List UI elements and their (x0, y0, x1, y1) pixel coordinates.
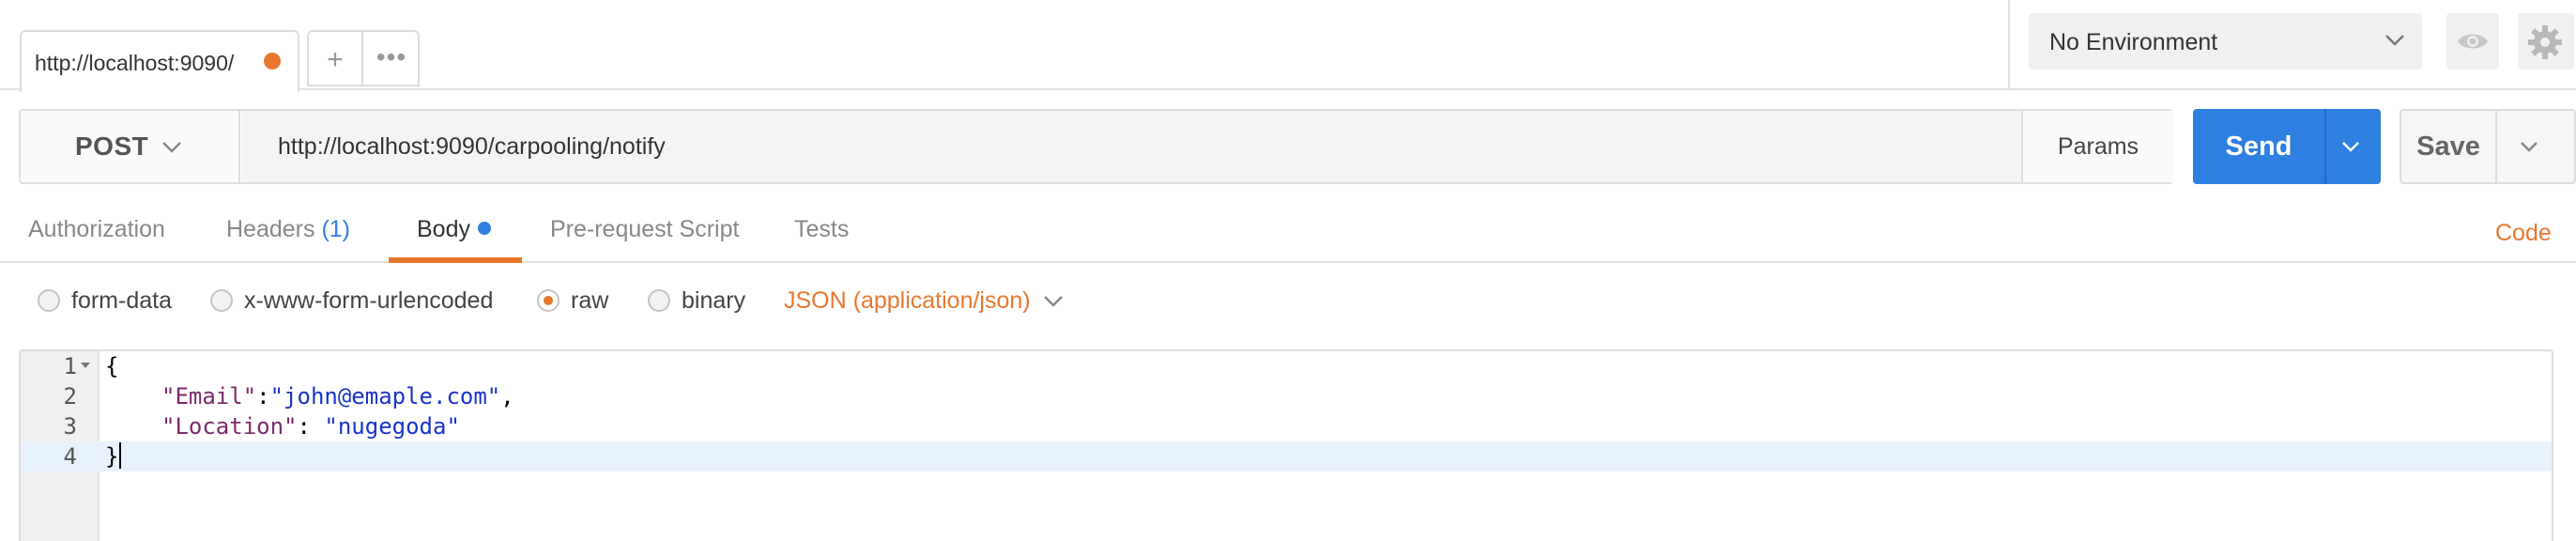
fold-arrow-icon[interactable] (81, 363, 90, 368)
tab-authorization[interactable]: Authorization (28, 216, 165, 243)
eye-icon (2458, 34, 2488, 49)
json-key-email: "Email" (161, 383, 257, 410)
environment-select-label: No Environment (2049, 29, 2218, 55)
code-line-4: } (105, 441, 122, 471)
chevron-down-icon (2385, 35, 2404, 46)
json-value-email: "john@emaple.com" (269, 383, 501, 410)
radio-circle (648, 289, 670, 312)
code-line-2: "Email":"john@emaple.com", (161, 381, 514, 411)
editor-line: 1 { (21, 351, 2552, 381)
radio-form-data-label: form-data (71, 287, 172, 314)
new-tab-button[interactable]: + (318, 43, 352, 77)
settings-button[interactable] (2518, 13, 2574, 70)
save-options-chevron-icon[interactable] (2518, 135, 2540, 158)
save-button-group: Save (2400, 109, 2576, 184)
tab-body[interactable]: Body (417, 216, 491, 243)
radio-raw-label: raw (571, 287, 609, 314)
editor-line: 3 "Location": "nugegoda" (21, 411, 2552, 441)
params-button[interactable]: Params (2021, 111, 2173, 182)
closing-brace: } (105, 443, 119, 470)
send-button-divider (2324, 109, 2326, 184)
request-tab-title: http://localhost:9090/ (35, 51, 235, 75)
request-url-bar: POST Params (19, 109, 2173, 184)
editor-line-active: 4 } (21, 441, 2552, 471)
content-type-select[interactable]: JSON (application/json) (784, 287, 1063, 315)
line-number: 1 (63, 353, 77, 379)
send-button[interactable]: Send (2193, 109, 2324, 184)
method-label: POST (75, 131, 149, 161)
editor-line: 2 "Email":"john@emaple.com", (21, 381, 2552, 411)
body-modified-dot (477, 222, 491, 235)
line-number: 3 (63, 413, 77, 440)
unsaved-changes-dot (264, 53, 281, 70)
headers-count-badge: (1) (321, 216, 351, 242)
method-select[interactable]: POST (21, 111, 240, 182)
line-number: 2 (63, 383, 77, 410)
radio-urlencoded-label: x-www-form-urlencoded (244, 287, 494, 314)
send-button-group: Send (2193, 109, 2381, 184)
code-line-3: "Location": "nugegoda" (161, 411, 460, 441)
request-tab[interactable]: http://localhost:9090/ (20, 30, 299, 92)
tab-body-label: Body (417, 216, 470, 242)
save-button-divider (2495, 111, 2497, 182)
params-button-label: Params (2057, 133, 2139, 160)
line-number: 4 (63, 443, 77, 470)
environment-select[interactable]: No Environment (2029, 13, 2422, 70)
environment-quick-look-button[interactable] (2446, 13, 2499, 70)
tab-headers[interactable]: Headers (1) (226, 216, 350, 243)
json-comma: , (500, 383, 514, 410)
tab-prerequest-script[interactable]: Pre-request Script (550, 216, 739, 243)
tab-strip: http://localhost:9090/ + ••• No Environm… (0, 0, 2576, 92)
tab-actions: + ••• (307, 30, 420, 86)
json-value-location: "nugegoda" (324, 413, 460, 440)
chevron-down-icon (1044, 296, 1063, 307)
more-tabs-button[interactable]: ••• (369, 43, 414, 77)
environment-area: No Environment (2008, 0, 2576, 88)
content-type-label: JSON (application/json) (784, 287, 1031, 314)
text-cursor (119, 442, 122, 469)
json-colon: : (297, 413, 325, 440)
json-key-location: "Location" (161, 413, 298, 440)
radio-circle (210, 289, 233, 312)
send-options-chevron-icon[interactable] (2339, 135, 2362, 158)
tab-actions-divider (361, 32, 363, 86)
body-type-selector: form-data x-www-form-urlencoded raw bina… (0, 272, 2576, 329)
url-input[interactable] (242, 111, 2041, 182)
json-colon: : (256, 383, 270, 410)
request-subtabs: Authorization Headers (1) Body Pre-reque… (0, 197, 2576, 263)
tab-tests[interactable]: Tests (794, 216, 849, 243)
radio-binary-label: binary (682, 287, 746, 314)
active-tab-indicator (389, 257, 522, 263)
body-code-editor[interactable]: 1 { 2 "Email":"john@emaple.com", 3 "Loca… (19, 349, 2553, 541)
gear-icon (2528, 25, 2562, 59)
chevron-down-icon (162, 142, 181, 153)
code-line-1: { (105, 353, 119, 379)
radio-circle (38, 289, 60, 312)
radio-circle-selected (537, 289, 560, 312)
code-link[interactable]: Code (2495, 220, 2552, 247)
save-button[interactable]: Save (2401, 111, 2495, 182)
tab-headers-label: Headers (226, 216, 315, 242)
